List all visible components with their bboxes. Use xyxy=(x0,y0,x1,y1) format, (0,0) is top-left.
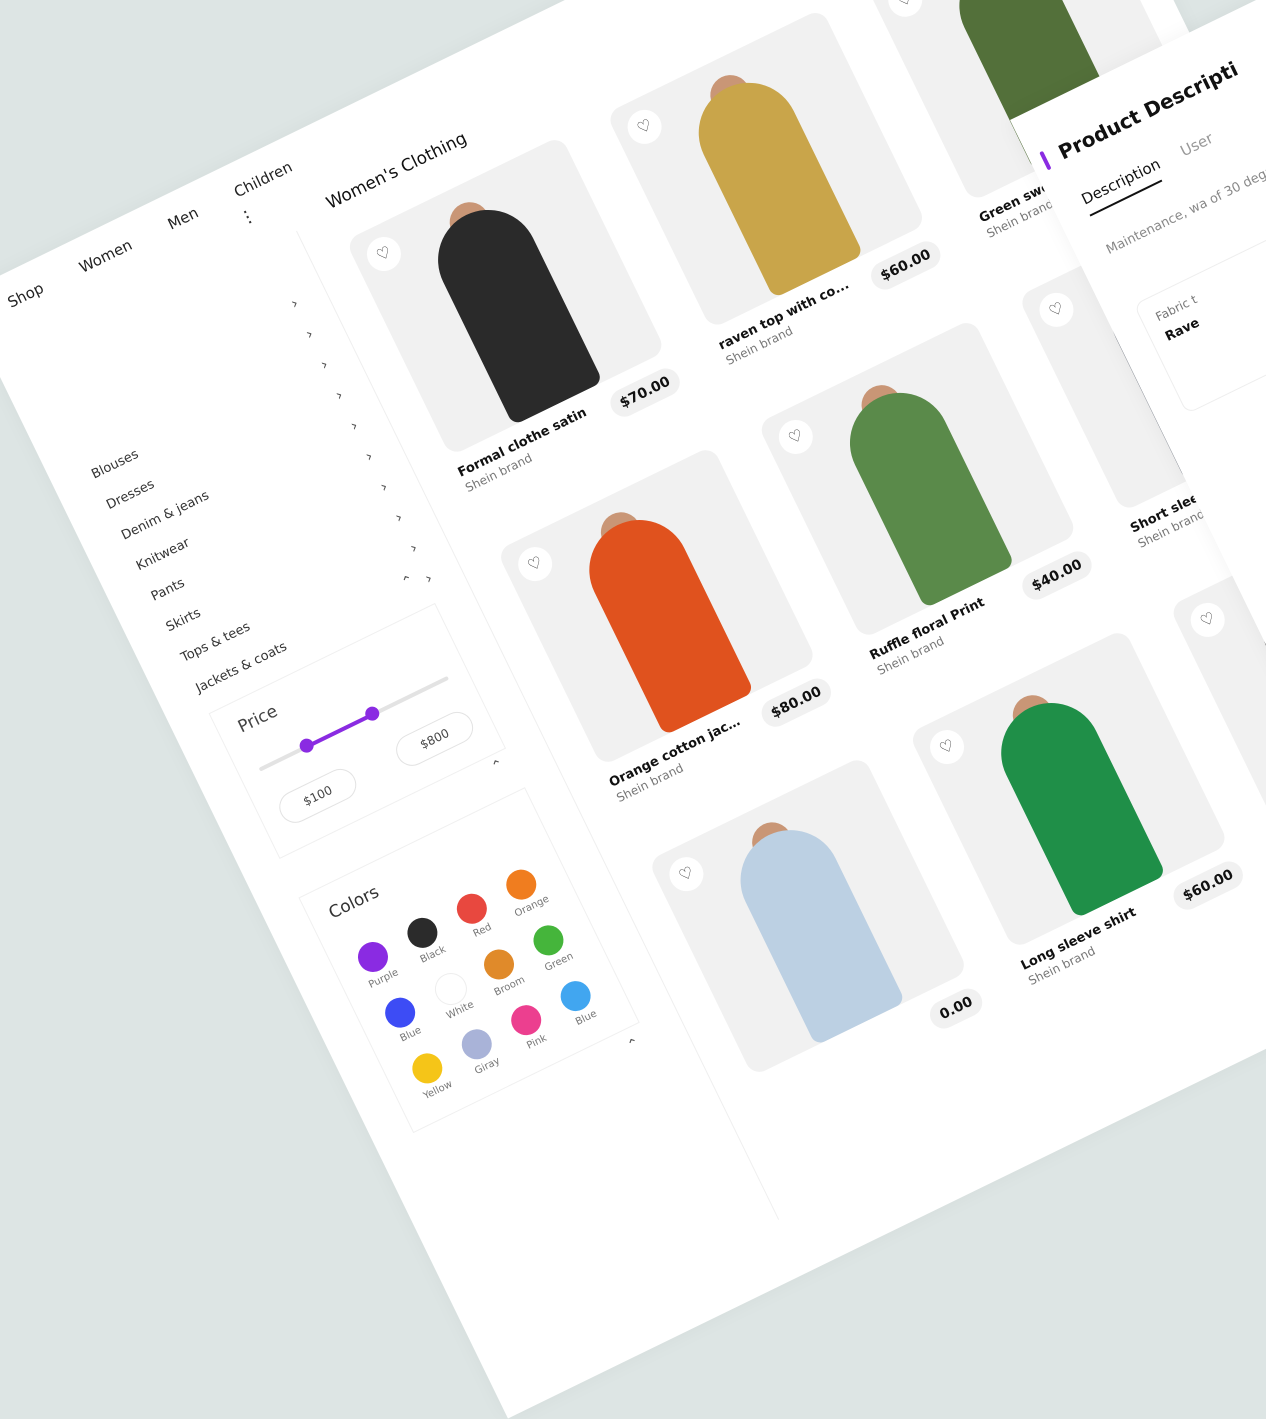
heart-icon[interactable]: ♡ xyxy=(512,541,558,587)
heart-icon[interactable]: ♡ xyxy=(361,231,407,277)
nav-shop[interactable]: Shop xyxy=(5,279,47,312)
price-slider-max-handle[interactable] xyxy=(362,704,382,724)
product-card[interactable]: ♡ Ruffle floral Print Shein brand $40.00 xyxy=(757,318,1097,678)
price-min-pill[interactable]: $100 xyxy=(273,763,362,829)
heart-icon[interactable]: ♡ xyxy=(773,414,819,460)
heart-icon[interactable]: ♡ xyxy=(1033,287,1080,333)
chevron-right-icon: › xyxy=(407,538,421,558)
price-slider-fill xyxy=(305,712,374,749)
nav-children[interactable]: Children xyxy=(231,158,295,202)
chevron-right-icon: › xyxy=(347,416,361,435)
product-card[interactable]: ♡ raven top with co... Shein brand $60.00 xyxy=(605,8,946,368)
heart-icon[interactable]: ♡ xyxy=(1184,597,1231,643)
product-grid: ♡ Formal clothe satin Shein brand $70.00 ♡ ra… xyxy=(0,0,1266,1077)
chevron-right-icon: › xyxy=(421,568,436,588)
chevron-right-icon: › xyxy=(392,507,406,527)
chevron-up-icon[interactable]: ⌃ xyxy=(489,756,507,776)
accent-bar xyxy=(1039,150,1052,171)
chevron-right-icon: › xyxy=(302,324,316,344)
product-image[interactable]: ♡ xyxy=(647,755,969,1077)
price-slider-min-handle[interactable] xyxy=(296,736,316,756)
heart-icon[interactable]: ♡ xyxy=(663,851,710,897)
colors-title: Colors xyxy=(325,882,383,924)
model-figure xyxy=(984,686,1167,919)
product-card[interactable]: ♡ 0.00 xyxy=(647,755,987,1090)
chevron-right-icon: › xyxy=(362,446,376,466)
fabric-value: Rave xyxy=(1163,315,1203,345)
tab-user[interactable]: User xyxy=(1177,129,1216,160)
heart-icon[interactable]: ♡ xyxy=(924,724,970,770)
model-figure xyxy=(833,376,1016,609)
nav-women[interactable]: Women xyxy=(76,236,135,277)
product-price: 0.00 xyxy=(925,983,987,1033)
nav-men[interactable]: Men xyxy=(165,203,201,233)
chevron-right-icon: › xyxy=(332,385,346,405)
chevron-right-icon: › xyxy=(287,293,302,313)
heart-icon[interactable]: ♡ xyxy=(621,104,668,150)
price-max-pill[interactable]: $800 xyxy=(390,706,479,772)
model-figure xyxy=(681,65,864,299)
model-figure xyxy=(572,503,755,736)
model-figure xyxy=(421,193,604,426)
product-card[interactable]: ♡ Long sleeve shirt Shein brand $60.00 xyxy=(908,628,1248,988)
colors-filter: ⌃ Colors Purple Black Red Orange Blue White Br… xyxy=(298,756,642,1134)
chevron-right-icon: › xyxy=(377,477,391,496)
price-title: Price xyxy=(234,701,281,738)
chevron-up-icon[interactable]: ⌃ xyxy=(625,1035,643,1055)
filter-sliders-icon[interactable]: ⫶ xyxy=(240,206,255,230)
model-figure xyxy=(723,813,906,1046)
heart-icon[interactable]: ♡ xyxy=(882,0,928,23)
chevron-right-icon: › xyxy=(317,354,331,374)
